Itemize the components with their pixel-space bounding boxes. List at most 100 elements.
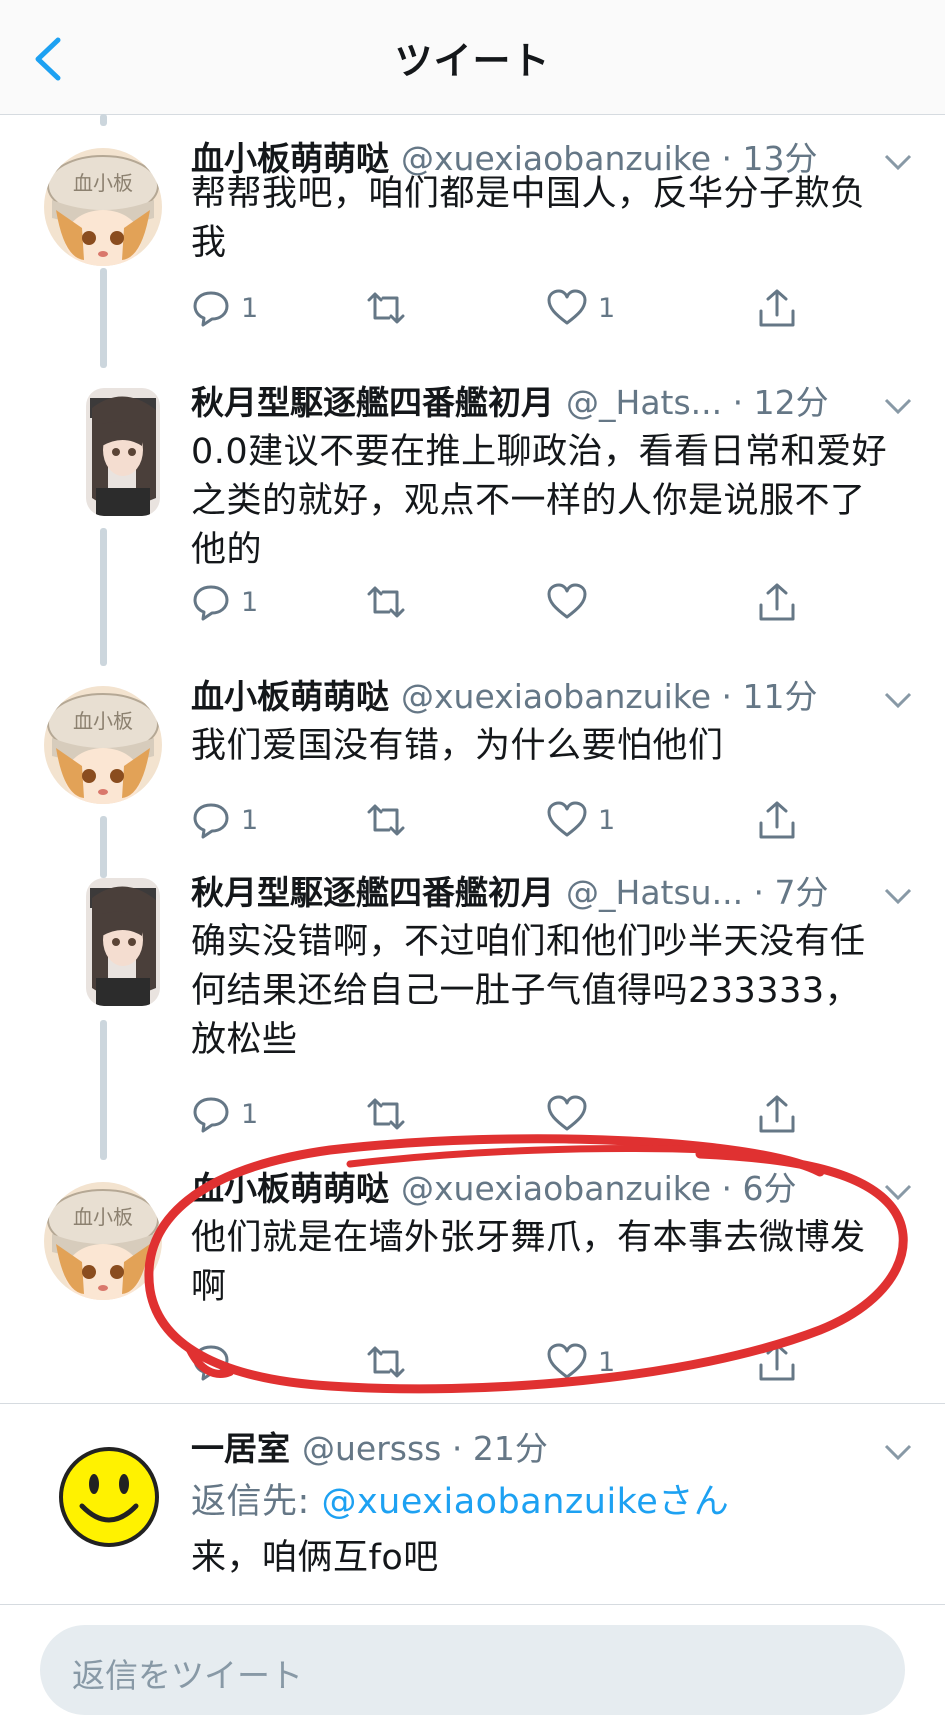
tweet-actions: 1 <box>191 580 811 624</box>
compose-placeholder: 返信をツイート <box>72 1656 303 1695</box>
retweet-icon <box>367 1098 405 1130</box>
tweet-menu-button[interactable] <box>883 690 913 710</box>
display-name[interactable]: 血小板萌萌哒 <box>191 677 389 716</box>
tweet-actions: 1 1 <box>191 286 811 330</box>
reply-button[interactable] <box>191 1340 241 1384</box>
timestamp[interactable]: 21分 <box>473 1429 548 1468</box>
retweet-button[interactable] <box>363 1340 419 1384</box>
retweet-button[interactable] <box>363 798 419 842</box>
chevron-down-icon <box>884 154 912 171</box>
tweet-menu-button[interactable] <box>883 1442 913 1462</box>
tweet-menu-button[interactable] <box>883 1182 913 1202</box>
share-button[interactable] <box>756 1092 798 1136</box>
tweet-header: 血小板萌萌哒 @xuexiaobanzuike · 6分 <box>191 1169 797 1208</box>
reply-button[interactable]: 1 <box>191 286 258 330</box>
chevron-down-icon <box>884 1444 912 1461</box>
thread-connector <box>100 114 107 126</box>
tweet-menu-button[interactable] <box>883 396 913 416</box>
header-bar: ツイート <box>0 0 945 115</box>
tweet[interactable]: 血小板 血小板萌萌哒 @xuexiaobanzuike · 13分 帮帮我吧，咱们… <box>0 138 945 368</box>
reply-count: 1 <box>241 292 259 324</box>
tweet-header: 秋月型駆逐艦四番艦初月 @_Hatsu... · 7分 <box>191 873 829 912</box>
retweet-button[interactable] <box>363 286 419 330</box>
tweet-actions: 1 1 <box>191 798 811 842</box>
tweet[interactable]: 秋月型駆逐艦四番艦初月 @_Hats... · 12分 0.0建议不要在推上聊政治… <box>0 382 945 652</box>
user-handle[interactable]: @xuexiaobanzuike <box>401 677 711 716</box>
tweet-text: 确实没错啊，不过咱们和他们吵半天没有任何结果还给自己一肚子气值得吗233333，… <box>191 922 866 1060</box>
like-button[interactable]: 1 <box>546 798 615 842</box>
share-button[interactable] <box>756 1340 798 1384</box>
tweet[interactable]: 血小板 血小板萌萌哒 @xuexiaobanzuike · 11分 我们爱国没有错… <box>0 676 945 856</box>
display-name[interactable]: 血小板萌萌哒 <box>191 1169 389 1208</box>
tweet-menu-button[interactable] <box>883 152 913 172</box>
heart-icon <box>547 1095 587 1131</box>
user-handle[interactable]: @_Hats... <box>566 383 722 422</box>
heart-icon <box>547 583 587 619</box>
tweet-header: 秋月型駆逐艦四番艦初月 @_Hats... · 12分 <box>191 383 829 422</box>
svg-text:血小板: 血小板 <box>73 1205 133 1229</box>
chevron-down-icon <box>884 888 912 905</box>
like-button[interactable] <box>546 580 598 624</box>
reply-icon <box>193 585 229 621</box>
thread-divider <box>0 1403 945 1404</box>
tweet-actions: 1 <box>191 1340 811 1384</box>
like-button[interactable]: 1 <box>546 286 615 330</box>
timestamp[interactable]: 6分 <box>743 1169 797 1208</box>
avatar[interactable] <box>86 878 160 1006</box>
share-button[interactable] <box>756 580 798 624</box>
tweet-actions: 1 <box>191 1092 811 1136</box>
avatar[interactable] <box>58 1446 160 1548</box>
heart-icon <box>547 1343 587 1379</box>
share-icon <box>759 801 795 839</box>
like-button[interactable] <box>546 1092 598 1136</box>
page-title: ツイート <box>394 39 551 83</box>
user-handle[interactable]: @_Hatsu... <box>566 873 743 912</box>
like-count: 1 <box>598 292 616 324</box>
chevron-down-icon <box>884 398 912 415</box>
reply-to-label: 返信先: <box>191 1482 310 1522</box>
reply-button[interactable]: 1 <box>191 798 258 842</box>
timestamp[interactable]: 11分 <box>743 677 818 716</box>
share-icon <box>759 583 795 621</box>
heart-icon <box>547 801 587 837</box>
reply-to-link[interactable]: @xuexiaobanzuikeさん <box>321 1482 729 1522</box>
retweet-icon <box>367 1346 405 1378</box>
avatar[interactable]: 血小板 <box>44 1182 162 1300</box>
share-button[interactable] <box>756 286 798 330</box>
tweet-menu-button[interactable] <box>883 886 913 906</box>
reply-icon <box>193 1345 229 1381</box>
share-icon <box>759 289 795 327</box>
tweet-header: 血小板萌萌哒 @xuexiaobanzuike · 11分 <box>191 677 818 716</box>
reply-tweet[interactable]: 一居室 @uersss · 21分 返信先: @xuexiaobanzuikeさん… <box>0 1428 945 1598</box>
share-icon <box>759 1095 795 1133</box>
avatar[interactable] <box>86 388 160 516</box>
user-handle[interactable]: @uersss <box>302 1429 441 1468</box>
reply-compose-input[interactable]: 返信をツイート <box>40 1625 905 1715</box>
reply-button[interactable]: 1 <box>191 1092 258 1136</box>
tweet-text: 来，咱俩互fo吧 <box>191 1538 439 1578</box>
reply-count: 1 <box>241 1098 259 1130</box>
avatar[interactable]: 血小板 <box>44 148 162 266</box>
reply-button[interactable]: 1 <box>191 580 258 624</box>
retweet-button[interactable] <box>363 1092 419 1136</box>
like-button[interactable]: 1 <box>546 1340 615 1384</box>
display-name[interactable]: 秋月型駆逐艦四番艦初月 <box>191 383 554 422</box>
user-handle[interactable]: @xuexiaobanzuike <box>401 1169 711 1208</box>
retweet-button[interactable] <box>363 580 419 624</box>
timestamp[interactable]: 7分 <box>775 873 829 912</box>
smiley-face-icon <box>59 1447 159 1547</box>
display-name[interactable]: 一居室 <box>191 1429 290 1468</box>
retweet-icon <box>367 586 405 618</box>
retweet-icon <box>367 292 405 324</box>
timestamp[interactable]: 12分 <box>754 383 829 422</box>
tweet-text: 0.0建议不要在推上聊政治，看看日常和爱好之类的就好，观点不一样的人你是说服不了… <box>191 432 888 570</box>
like-count: 1 <box>598 804 616 836</box>
share-button[interactable] <box>756 798 798 842</box>
tweet[interactable]: 血小板 血小板萌萌哒 @xuexiaobanzuike · 6分 他们就是在墙外张… <box>0 1168 945 1398</box>
display-name[interactable]: 秋月型駆逐艦四番艦初月 <box>191 873 554 912</box>
chevron-down-icon <box>884 1184 912 1201</box>
reply-icon <box>193 291 229 327</box>
avatar[interactable]: 血小板 <box>44 686 162 804</box>
heart-icon <box>547 289 587 325</box>
tweet[interactable]: 秋月型駆逐艦四番艦初月 @_Hatsu... · 7分 确实没错啊，不过咱们和他们… <box>0 872 945 1142</box>
